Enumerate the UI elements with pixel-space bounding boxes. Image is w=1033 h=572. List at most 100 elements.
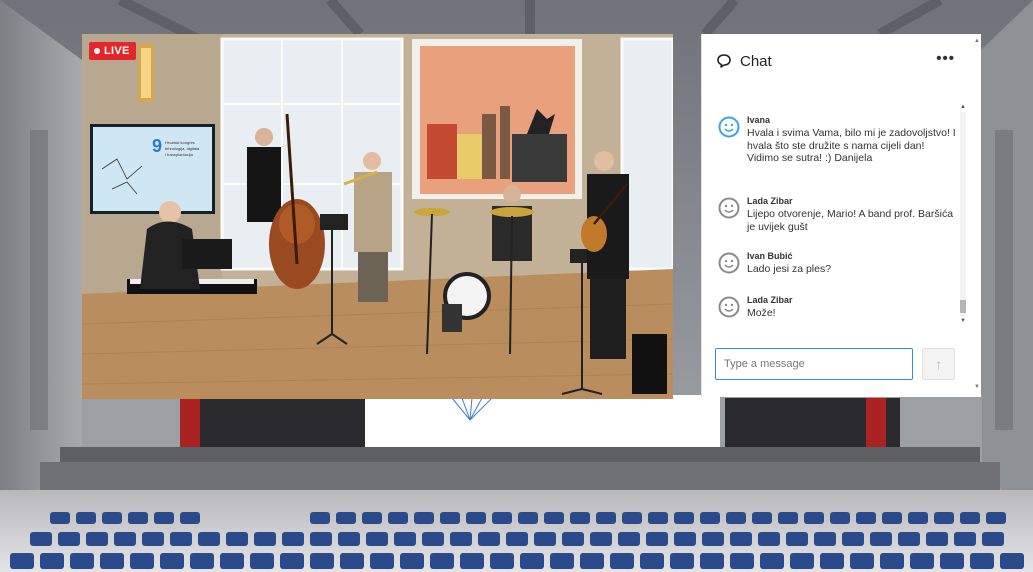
live-badge: LIVE [89,42,136,60]
auditorium-seat [562,532,584,546]
screen-number: 9 [152,136,162,156]
auditorium-seat [518,512,538,524]
auditorium-seat [702,532,724,546]
auditorium-seat [534,532,556,546]
auditorium-seat [1000,553,1024,569]
chat-title: Chat [740,52,772,70]
auditorium-seat [198,532,220,546]
scroll-up-icon[interactable]: ▲ [974,38,980,44]
auditorium-seat [618,532,640,546]
auditorium-seat [786,532,808,546]
scrollbar-track[interactable] [960,112,966,317]
auditorium-seat [310,512,330,524]
auditorium-seat [752,512,772,524]
auditorium-seat [338,532,360,546]
auditorium-seat [310,553,334,569]
auditorium-seat [180,512,200,524]
avatar [718,116,740,138]
screen-line-3: i transplantacija [165,152,194,157]
auditorium-seat [440,512,460,524]
auditorium-seat [960,512,980,524]
auditorium-seat [804,512,824,524]
auditorium-seat [226,532,248,546]
scrollbar-thumb[interactable] [960,300,966,313]
auditorium-seat [580,553,604,569]
auditorium-seat [758,532,780,546]
send-button[interactable]: ↑ [922,348,955,380]
live-video-player[interactable]: 9 Hrvatski kongres tehnologija, digitala… [82,34,673,399]
auditorium-seat [908,512,928,524]
arrow-up-icon: ↑ [935,356,942,372]
avatar [718,252,740,274]
message-author: Ivan Bubić [747,251,793,261]
message-text: Hvala i svima Vama, bilo mi je zadovoljs… [747,127,956,164]
auditorium-seat [114,532,136,546]
auditorium-seat [986,512,1006,524]
list-item: Lada Zibar Može! [718,294,958,320]
auditorium-seat [70,553,94,569]
auditorium-seat [414,512,434,524]
auditorium-seat [160,553,184,569]
auditorium-seat [646,532,668,546]
auditorium-seat [926,532,948,546]
auditorium-seat [310,532,332,546]
live-label: LIVE [104,45,130,57]
auditorium-seat [622,512,642,524]
auditorium-seat [590,532,612,546]
auditorium-seat [520,553,544,569]
auditorium-seat [130,553,154,569]
auditorium-seat [170,532,192,546]
auditorium-seat [970,553,994,569]
message-scrollbar[interactable]: ▲ ▼ [958,104,968,326]
auditorium-seat [910,553,934,569]
auditorium-seat [506,532,528,546]
auditorium-seat [814,532,836,546]
auditorium-seat [280,553,304,569]
message-text: Lijepo otvorenje, Mario! A band prof. Ba… [747,208,954,233]
auditorium-seat [820,553,844,569]
chat-message-list[interactable]: Ivana Hvala i svima Vama, bilo mi je zad… [702,104,972,326]
auditorium-seat [30,532,52,546]
auditorium-seat [86,532,108,546]
auditorium-seat [700,512,720,524]
auditorium-seat [422,532,444,546]
auditorium-seat [670,553,694,569]
auditorium-seat [856,512,876,524]
message-text: Može! [747,307,776,319]
auditorium-seat [340,553,364,569]
auditorium-seat [10,553,34,569]
chat-panel-scrollbar[interactable]: ▲ ▼ [973,34,981,397]
auditorium-seat [58,532,80,546]
auditorium-seat [700,553,724,569]
auditorium-seat [760,553,784,569]
scroll-up-icon[interactable]: ▲ [960,104,966,110]
avatar [718,197,740,219]
video-frame: 9 Hrvatski kongres tehnologija, digitala… [82,34,673,399]
auditorium-seat [254,532,276,546]
auditorium-seat [460,553,484,569]
message-input[interactable] [715,348,913,380]
auditorium-seat [596,512,616,524]
auditorium-seat [790,553,814,569]
auditorium-seat [490,553,514,569]
auditorium-seat [466,512,486,524]
speech-bubble-icon [717,54,731,68]
auditorium-seat [726,512,746,524]
auditorium-seat [142,532,164,546]
auditorium-seat [882,512,902,524]
auditorium-seat [830,512,850,524]
auditorium-seat [898,532,920,546]
screen-line-2: tehnologija, digitala [165,146,200,151]
auditorium-seat [880,553,904,569]
auditorium-seat [850,553,874,569]
scroll-down-icon[interactable]: ▼ [974,384,980,390]
auditorium-seat [730,532,752,546]
auditorium-seat [76,512,96,524]
auditorium-seat [550,553,574,569]
more-options-icon[interactable]: ••• [936,50,955,67]
auditorium-seat [934,512,954,524]
auditorium-seat [954,532,976,546]
message-text: Lado jesi za ples? [747,263,832,275]
scroll-down-icon[interactable]: ▼ [960,318,966,324]
auditorium-seat [370,553,394,569]
